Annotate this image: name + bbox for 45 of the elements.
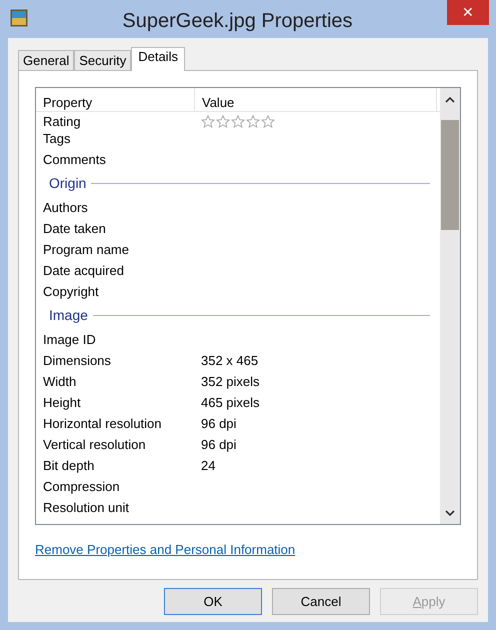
scrollbar[interactable] [440,88,460,524]
dialog-button[interactable]: Cancel [272,588,370,615]
property-name: Date acquired [42,262,125,280]
star-icon [261,115,275,128]
property-name: Bit depth [42,456,96,475]
property-name: Compression [42,478,121,496]
property-name: Tags [42,130,72,148]
property-value: 352 x 465 [200,352,258,370]
property-name: Authors [42,198,89,217]
property-name: Rating [42,115,82,128]
property-name: Date taken [42,220,107,238]
picture-icon [10,9,28,27]
group-heading: Image [49,306,88,325]
dialog-button[interactable]: OK [164,588,262,615]
property-value: 352 pixels [200,372,260,391]
tab[interactable]: General [18,50,74,70]
property-value: 96 dpi [200,414,236,433]
window-title: SuperGeek.jpg Properties [121,9,354,34]
property-name: Resolution unit [42,498,130,517]
scroll-up-icon[interactable] [445,97,455,103]
property-value: 96 dpi [200,436,236,454]
remove-properties-link[interactable]: Remove Properties and Personal Information [35,540,296,560]
close-button[interactable]: ✕ [447,0,489,25]
property-name: Dimensions [42,352,112,370]
property-name: Comments [42,150,107,169]
property-name: Image ID [42,330,97,349]
tab[interactable]: Details [131,47,185,71]
property-name: Copyright [42,282,100,301]
star-icon [201,115,215,128]
star-icon [246,115,260,128]
property-value: 465 pixels [200,394,260,412]
column-header[interactable]: Property [36,88,195,111]
property-name: Width [42,372,78,391]
column-header[interactable]: Value [195,88,437,111]
tab[interactable]: Security [74,50,132,70]
scroll-down-icon[interactable] [445,510,455,516]
scrollbar-thumb[interactable] [441,120,459,230]
group-heading: Origin [49,174,86,193]
star-icon [231,115,245,128]
property-name: Horizontal resolution [42,414,163,433]
star-icon [216,115,230,128]
property-name: Program name [42,240,130,259]
property-name: Height [42,394,82,412]
property-value: 24 [200,456,216,475]
property-name: Vertical resolution [42,436,147,454]
